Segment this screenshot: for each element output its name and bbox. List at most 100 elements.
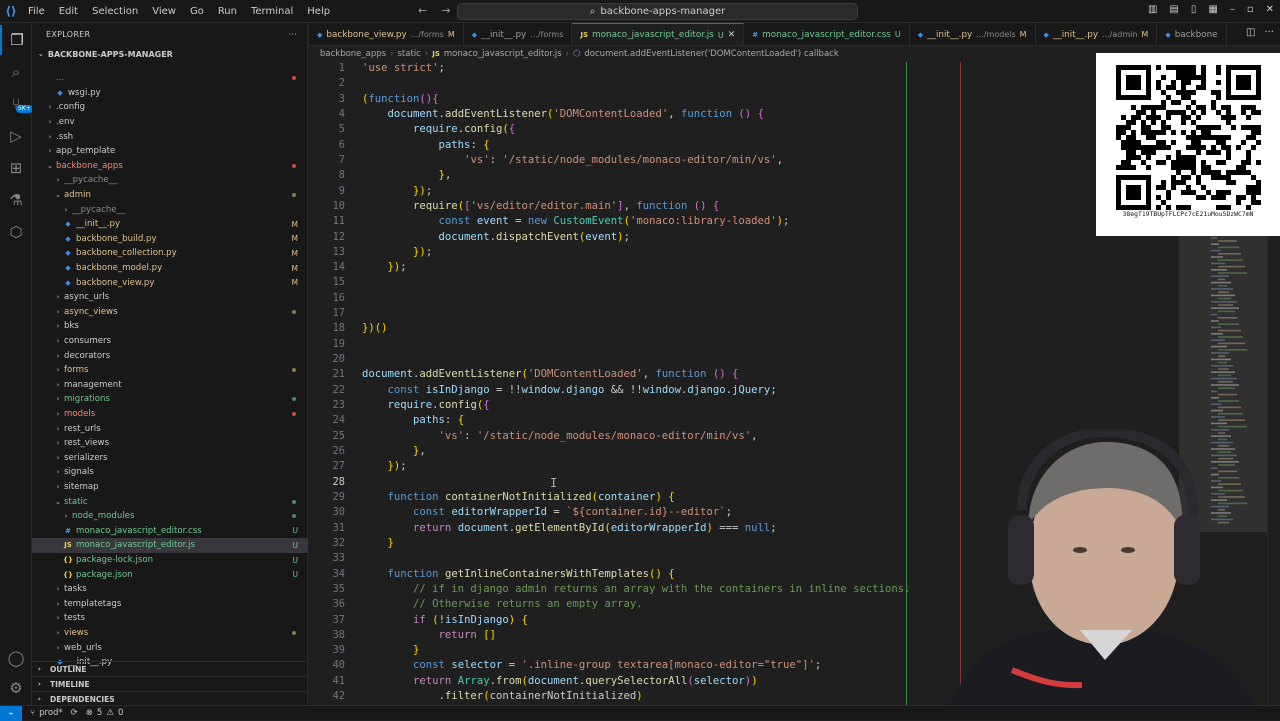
tree-item[interactable]: › rest_views [32,436,308,451]
tree-item[interactable]: › migrations [32,392,308,407]
back-arrow-icon[interactable]: ← [418,4,427,17]
code-line[interactable]: document.dispatchEvent(event); [362,231,630,243]
code-line[interactable]: })() [362,322,388,334]
close-tab-icon[interactable]: ✕ [728,30,736,40]
code-line[interactable]: require(['vs/editor/editor.main'], funct… [362,200,719,212]
code-line[interactable]: return [] [362,629,496,641]
tree-item[interactable]: › serializers [32,451,308,466]
code-line[interactable]: document.addEventListener('DOMContentLoa… [362,108,764,120]
section-dependencies[interactable]: › DEPENDENCIES [32,691,308,706]
tree-item[interactable]: › consumers [32,334,308,349]
docker-icon[interactable]: ⬡ [0,217,32,247]
sync-indicator[interactable]: ⟳ [71,708,78,718]
tree-item[interactable]: ◆ backbone_view.py M [32,275,308,290]
code-line[interactable]: } [362,644,419,656]
code-line[interactable]: paths: { [362,139,490,151]
code-line[interactable]: // if in django admin returns an array w… [362,583,910,595]
section-timeline[interactable]: › TIMELINE [32,676,308,691]
code-line[interactable]: if (!isInDjango) { [362,614,528,626]
tree-item[interactable]: # monaco_javascript_editor.css U [32,524,308,539]
layout-secondary-icon[interactable]: ▯ [1191,4,1197,15]
tree-item[interactable]: › tests [32,611,308,626]
code-line[interactable]: (function(){ [362,93,439,105]
explorer-icon[interactable]: ❐ [0,25,32,55]
breadcrumb-item[interactable]: monaco_javascript_editor.js [444,49,562,59]
code-line[interactable]: return document.getElementById(editorWra… [362,522,777,534]
code-line[interactable]: }, [362,169,452,181]
layout-custom-icon[interactable]: ▦ [1208,4,1217,15]
tree-item[interactable]: › .env [32,115,308,130]
code-line[interactable]: const editorWrapperId = `${container.id}… [362,506,732,518]
menu-edit[interactable]: Edit [53,4,84,19]
code-line[interactable]: // Otherwise returns an empty array. [362,598,643,610]
tree-item[interactable]: ◆ wsgi.py [32,86,308,101]
code-line[interactable]: require.config({ [362,123,515,135]
search-view-icon[interactable]: ⌕ [0,57,32,87]
tab--init-py[interactable]: ◆ __init__.py .../forms [464,23,573,45]
tree-item[interactable]: › node_modules [32,509,308,524]
tab-backbone[interactable]: ◆ backbone [1157,23,1227,45]
tree-item[interactable]: › sitemap [32,480,308,495]
tree-item[interactable]: JS monaco_javascript_editor.js U [32,538,308,553]
tree-item[interactable]: › __pycache__ [32,202,308,217]
menu-help[interactable]: Help [301,4,336,19]
tree-item[interactable]: ⌄ static [32,494,308,509]
run-debug-icon[interactable]: ▷ [0,121,32,151]
code-line[interactable]: const event = new CustomEvent('monaco:li… [362,215,790,227]
breadcrumb-item[interactable]: static [398,49,421,59]
tree-item[interactable]: › rest_urls [32,421,308,436]
testing-icon[interactable]: ⚗ [0,185,32,215]
code-line[interactable]: return Array.from(document.querySelector… [362,675,758,687]
tree-item[interactable]: › views [32,626,308,641]
code-line[interactable]: document.addEventListener('DOMContentLoa… [362,368,738,380]
code-line[interactable]: paths: { [362,414,464,426]
code-line[interactable]: } [362,537,394,549]
code-line[interactable]: }); [362,185,432,197]
code-line[interactable]: }); [362,261,407,273]
tree-item[interactable]: ◆ backbone_collection.py M [32,246,308,261]
settings-gear-icon[interactable]: ⚙ [0,673,32,703]
more-actions-icon[interactable]: ··· [288,30,297,39]
breadcrumb-item[interactable]: backbone_apps [320,49,386,59]
tree-item[interactable]: › signals [32,465,308,480]
tree-item[interactable]: ◆ backbone_build.py M [32,232,308,247]
tab--init-py[interactable]: ◆ __init__.py .../admin M [1036,23,1158,45]
code-line[interactable]: 'use strict'; [362,62,445,74]
remote-indicator-icon[interactable]: ⌁ [0,705,22,721]
tree-item[interactable]: ◆ backbone_model.py M [32,261,308,276]
more-editor-actions-icon[interactable]: ··· [1264,27,1274,38]
section-outline[interactable]: › OUTLINE [32,661,308,676]
code-line[interactable]: }, [362,445,426,457]
tree-item[interactable]: › tasks [32,582,308,597]
account-icon[interactable]: ◯ [0,643,32,673]
tree-item[interactable]: ... [32,71,308,86]
menu-go[interactable]: Go [184,4,210,19]
code-line[interactable]: function getInlineContainersWithTemplate… [362,568,675,580]
tree-item[interactable]: › forms [32,363,308,378]
problems-indicator[interactable]: ⊗ 5 ⚠ 0 [86,708,124,718]
layout-panel-icon[interactable]: ▤ [1169,4,1178,15]
tree-item[interactable]: › models [32,407,308,422]
code-line[interactable]: .filter(containerNotInitialized) [362,690,643,702]
maximize-icon[interactable]: ▫ [1247,4,1254,15]
tree-item[interactable]: › decorators [32,348,308,363]
tab-backbone-view-py[interactable]: ◆ backbone_view.py .../forms M [309,23,464,45]
minimize-icon[interactable]: – [1230,4,1235,15]
code-line[interactable]: }); [362,460,407,472]
menu-selection[interactable]: Selection [86,4,144,19]
command-center-search[interactable]: ⌕ backbone-apps-manager [457,3,858,20]
tree-item[interactable]: › async_urls [32,290,308,305]
tree-item[interactable]: ◆ __init__.py M [32,217,308,232]
tree-item[interactable]: › bks [32,319,308,334]
tree-item[interactable]: › .config [32,100,308,115]
tree-item[interactable]: {} package-lock.json U [32,553,308,568]
branch-indicator[interactable]: ⑂ prod* [30,708,63,718]
tree-item[interactable]: › app_template [32,144,308,159]
code-line[interactable]: 'vs': '/static/node_modules/monaco-edito… [362,430,758,442]
code-line[interactable]: 'vs': '/static/node_modules/monaco-edito… [362,154,783,166]
tab-monaco-javascript-editor-css[interactable]: # monaco_javascript_editor.css U [744,23,910,45]
code-line[interactable]: require.config({ [362,399,490,411]
tree-item[interactable]: {} package.json U [32,567,308,582]
tab--init-py[interactable]: ◆ __init__.py .../models M [910,23,1036,45]
split-editor-icon[interactable]: ◫ [1246,27,1255,38]
